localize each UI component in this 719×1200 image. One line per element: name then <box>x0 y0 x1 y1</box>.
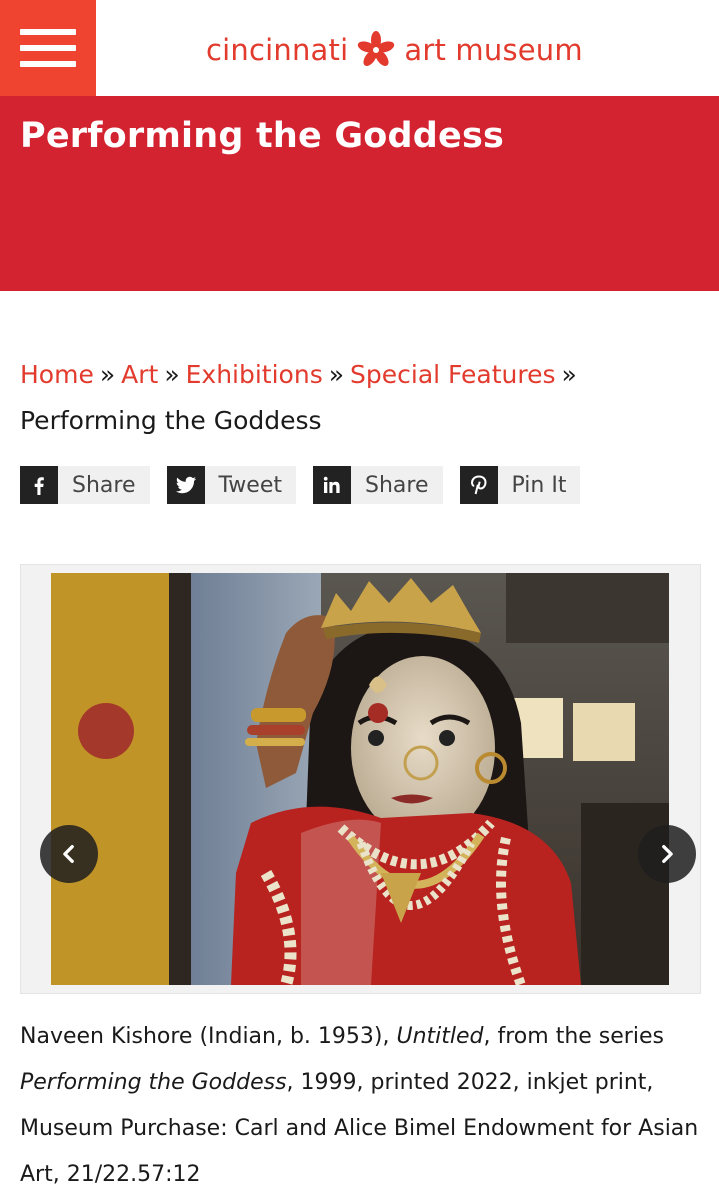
caption-artwork-title: Untitled <box>396 1024 484 1049</box>
logo-text-left: cincinnati <box>206 33 349 67</box>
page-title: Performing the Goddess <box>20 116 505 156</box>
share-label: Share <box>72 472 136 498</box>
pinterest-pin-button[interactable]: Pin It <box>459 466 581 504</box>
menu-bar <box>20 45 76 51</box>
breadcrumb-special-features[interactable]: Special Features <box>350 360 556 389</box>
slideshow-next-button[interactable] <box>638 825 696 883</box>
menu-bar <box>20 29 76 35</box>
breadcrumb-current: Performing the Goddess <box>20 406 322 435</box>
share-bar: Share Tweet Share Pin It <box>20 466 581 504</box>
twitter-tweet-button[interactable]: Tweet <box>166 466 296 504</box>
logo-text-right: art museum <box>404 33 583 67</box>
tweet-label: Tweet <box>218 472 283 498</box>
artwork-caption: Naveen Kishore (Indian, b. 1953), Untitl… <box>20 1014 700 1198</box>
caption-from-series: , from the series <box>483 1024 664 1049</box>
breadcrumb-home[interactable]: Home <box>20 360 94 389</box>
slideshow-prev-button[interactable] <box>40 825 98 883</box>
chevron-left-icon <box>63 845 74 863</box>
chevron-right-icon <box>662 845 673 863</box>
caption-series-title: Performing the Goddess <box>20 1070 287 1095</box>
facebook-icon <box>20 466 58 504</box>
breadcrumb-separator: » <box>561 360 577 389</box>
linkedin-share-button[interactable]: Share <box>313 466 443 504</box>
pinterest-icon <box>459 466 498 504</box>
facebook-share-button[interactable]: Share <box>20 466 150 504</box>
artwork-photo[interactable] <box>51 573 669 985</box>
title-band: Performing the Goddess <box>0 96 719 291</box>
breadcrumb-exhibitions[interactable]: Exhibitions <box>186 360 323 389</box>
asterisk-flower-logo-icon <box>358 31 395 66</box>
twitter-icon <box>166 466 205 504</box>
hamburger-menu-icon[interactable] <box>0 0 96 96</box>
breadcrumb: Home» Art» Exhibitions» Special Features» P… <box>20 352 700 444</box>
linkedin-icon <box>313 466 351 504</box>
breadcrumb-separator: » <box>328 360 345 389</box>
breadcrumb-separator: » <box>164 360 180 389</box>
caption-artist: Naveen Kishore (Indian, b. 1953), <box>20 1024 397 1049</box>
share-label: Share <box>365 472 429 498</box>
breadcrumb-art[interactable]: Art <box>121 360 158 389</box>
breadcrumb-separator: » <box>99 360 116 389</box>
pin-it-label: Pin It <box>511 472 567 498</box>
menu-bar <box>20 61 76 67</box>
site-logo[interactable]: cincinnati art museum <box>206 30 583 70</box>
image-slideshow <box>20 564 701 994</box>
artwork-photo-graphic <box>51 573 669 985</box>
site-header: cincinnati art museum <box>0 0 719 96</box>
